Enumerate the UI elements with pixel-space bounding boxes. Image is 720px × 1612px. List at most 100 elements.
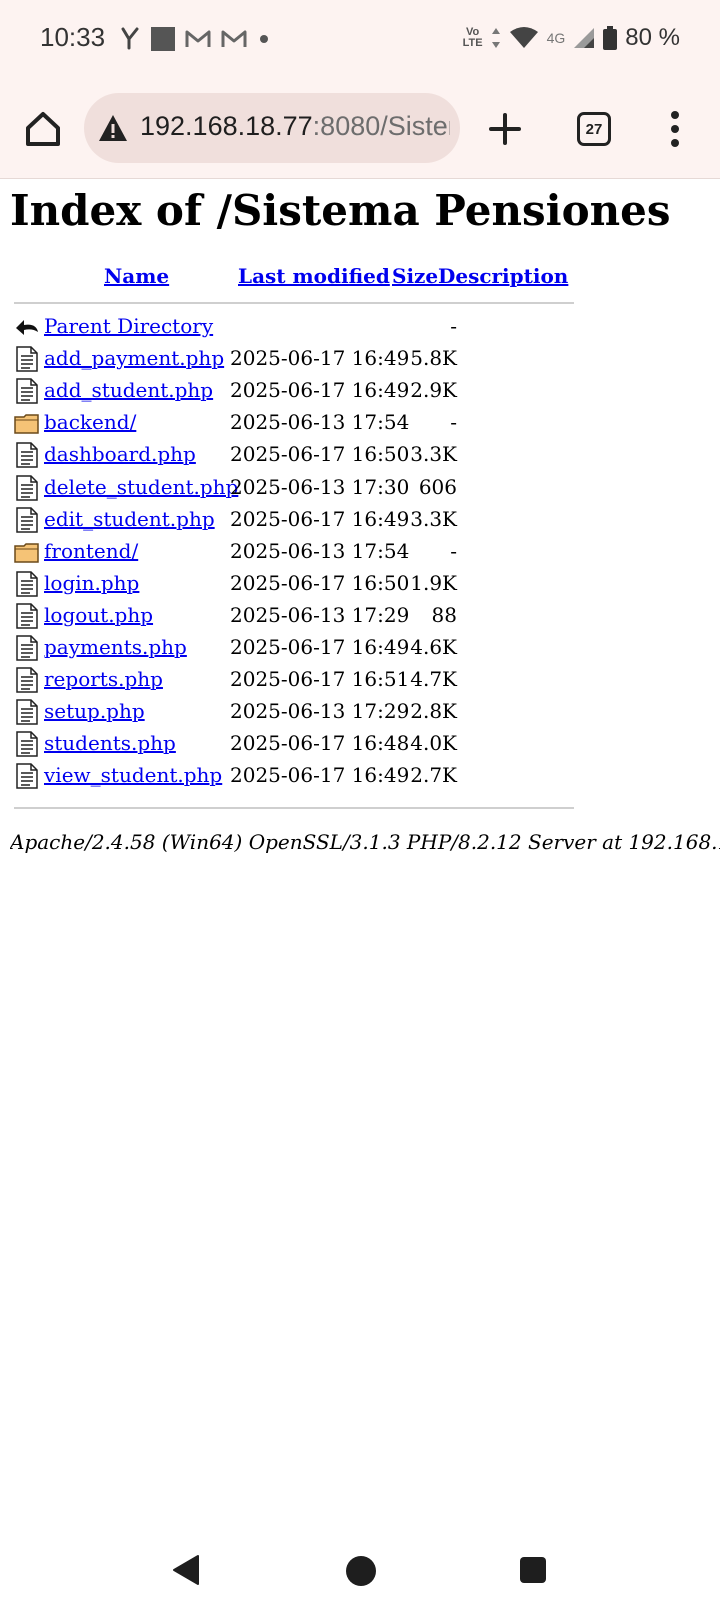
entry-link[interactable]: delete_student.php <box>44 475 238 499</box>
entry-link[interactable]: setup.php <box>44 699 145 723</box>
more-vertical-icon[interactable] <box>668 110 682 148</box>
directory-listing: Name Last modified Size Description Pare… <box>12 264 574 809</box>
entry-size: 3.3K <box>410 442 457 467</box>
warning-icon[interactable] <box>98 114 128 142</box>
square-icon <box>151 27 175 51</box>
table-row: dashboard.php 2025-06-17 16:50 3.3K <box>12 440 574 472</box>
entry-modified: 2025-06-13 17:54 <box>230 538 410 563</box>
entry-modified: 2025-06-17 16:49 <box>230 378 410 403</box>
sort-by-modified-link[interactable]: Last modified <box>238 264 390 288</box>
entry-modified: 2025-06-17 16:50 <box>230 570 410 595</box>
signal-icon <box>574 28 595 48</box>
home-icon[interactable] <box>22 108 64 150</box>
battery-icon <box>603 26 618 50</box>
entry-link[interactable]: dashboard.php <box>44 442 196 466</box>
entry-modified: 2025-06-13 17:29 <box>230 699 410 724</box>
entry-size: 2.7K <box>410 763 457 788</box>
entry-size: 1.9K <box>410 570 457 595</box>
url-path: :8080/Sistema Pensiones/ <box>312 111 450 141</box>
table-row: logout.php 2025-06-13 17:29 88 <box>12 601 574 633</box>
entry-link[interactable]: logout.php <box>44 603 153 627</box>
status-time: 10:33 <box>40 22 106 52</box>
entry-size: 2.8K <box>410 699 457 724</box>
address-bar[interactable]: 192.168.18.77:8080/Sistema Pensiones/ <box>84 93 460 163</box>
table-row: setup.php 2025-06-13 17:29 2.8K <box>12 697 574 729</box>
data-arrows-icon <box>491 28 500 48</box>
url-text[interactable]: 192.168.18.77:8080/Sistema Pensiones/ <box>140 111 450 145</box>
server-signature: Apache/2.4.58 (Win64) OpenSSL/3.1.3 PHP/… <box>10 830 720 854</box>
file-icon <box>14 378 40 404</box>
file-icon <box>14 699 40 725</box>
entry-link[interactable]: edit_student.php <box>44 507 215 531</box>
entry-modified: 2025-06-13 17:54 <box>230 410 410 435</box>
entry-size: 3.3K <box>410 506 457 531</box>
wifi-icon <box>509 27 538 48</box>
back-icon <box>14 314 40 340</box>
entry-link[interactable]: Parent Directory <box>44 314 213 338</box>
entry-modified: 2025-06-17 16:49 <box>230 635 410 659</box>
file-icon <box>14 667 40 693</box>
status-bar: 10:33 Vo LTE 4G 80 % <box>0 0 720 80</box>
dot-icon <box>260 35 268 43</box>
volte-indicator: Vo LTE <box>462 26 483 49</box>
footer-divider <box>14 807 574 809</box>
entry-size: - <box>450 410 457 435</box>
battery-percent: 80 % <box>625 24 680 51</box>
table-row: payments.php 2025-06-17 16:49 4.6K <box>12 633 574 665</box>
file-icon <box>14 442 40 469</box>
sort-by-description-link[interactable]: Description <box>438 264 568 288</box>
header-divider <box>14 302 574 304</box>
entry-modified: 2025-06-17 16:50 <box>230 442 410 467</box>
entry-link[interactable]: view_student.php <box>44 763 222 787</box>
file-icon <box>14 635 40 661</box>
entry-modified: 2025-06-17 16:51 <box>230 667 410 692</box>
file-icon <box>14 603 40 629</box>
entry-link[interactable]: backend/ <box>44 410 136 434</box>
entry-size: - <box>450 538 457 563</box>
entry-modified: 2025-06-13 17:29 <box>230 602 410 627</box>
back-icon[interactable] <box>172 1554 200 1586</box>
folder-icon <box>14 410 40 436</box>
entry-size: 2.9K <box>410 378 457 403</box>
entry-size: 88 <box>431 602 457 627</box>
sort-by-name-link[interactable]: Name <box>104 264 169 288</box>
table-row: login.php 2025-06-17 16:50 1.9K <box>12 569 574 601</box>
tab-switcher-button[interactable]: 27 <box>577 112 611 146</box>
entry-link[interactable]: login.php <box>44 571 139 595</box>
network-type: 4G <box>546 30 566 46</box>
page-title: Index of /Sistema Pensiones <box>10 186 671 235</box>
table-row: add_payment.php 2025-06-17 16:49 5.8K <box>12 344 574 376</box>
entry-modified: 2025-06-17 16:49 <box>230 506 410 531</box>
sort-by-size-link[interactable]: Size <box>392 264 438 288</box>
table-row: Parent Directory - <box>12 312 574 344</box>
table-row: frontend/2025-06-13 17:54 - <box>12 537 574 569</box>
url-host: 192.168.18.77 <box>140 111 313 141</box>
table-row: edit_student.php 2025-06-17 16:49 3.3K <box>12 505 574 537</box>
recents-icon[interactable] <box>520 1557 546 1583</box>
file-icon <box>14 763 40 790</box>
entry-link[interactable]: add_student.php <box>44 378 213 402</box>
table-row: students.php 2025-06-17 16:48 4.0K <box>12 729 574 761</box>
entry-link[interactable]: payments.php <box>44 635 187 659</box>
entry-size: 4.6K <box>410 635 457 659</box>
file-icon <box>14 506 40 533</box>
entry-link[interactable]: add_payment.php <box>44 346 224 370</box>
entry-link[interactable]: frontend/ <box>44 539 138 563</box>
entry-modified: 2025-06-17 16:48 <box>230 731 410 756</box>
entry-link[interactable]: reports.php <box>44 667 163 691</box>
entry-size: - <box>450 314 457 338</box>
home-nav-icon[interactable] <box>346 1556 376 1586</box>
gmail-icon <box>185 30 211 47</box>
file-icon <box>14 474 40 501</box>
plus-icon[interactable] <box>488 112 522 146</box>
file-icon <box>14 731 40 758</box>
entry-size: 4.0K <box>410 731 457 756</box>
browser-toolbar: 192.168.18.77:8080/Sistema Pensiones/ 27 <box>0 80 720 179</box>
listing-header: Name Last modified Size Description <box>12 264 574 300</box>
table-row: reports.php 2025-06-17 16:51 4.7K <box>12 665 574 697</box>
table-row: view_student.php 2025-06-17 16:49 2.7K <box>12 761 574 793</box>
entry-link[interactable]: students.php <box>44 731 176 755</box>
status-right: Vo LTE 4G 80 % <box>463 24 680 52</box>
notification-icons <box>118 26 272 52</box>
folder-icon <box>14 539 40 565</box>
